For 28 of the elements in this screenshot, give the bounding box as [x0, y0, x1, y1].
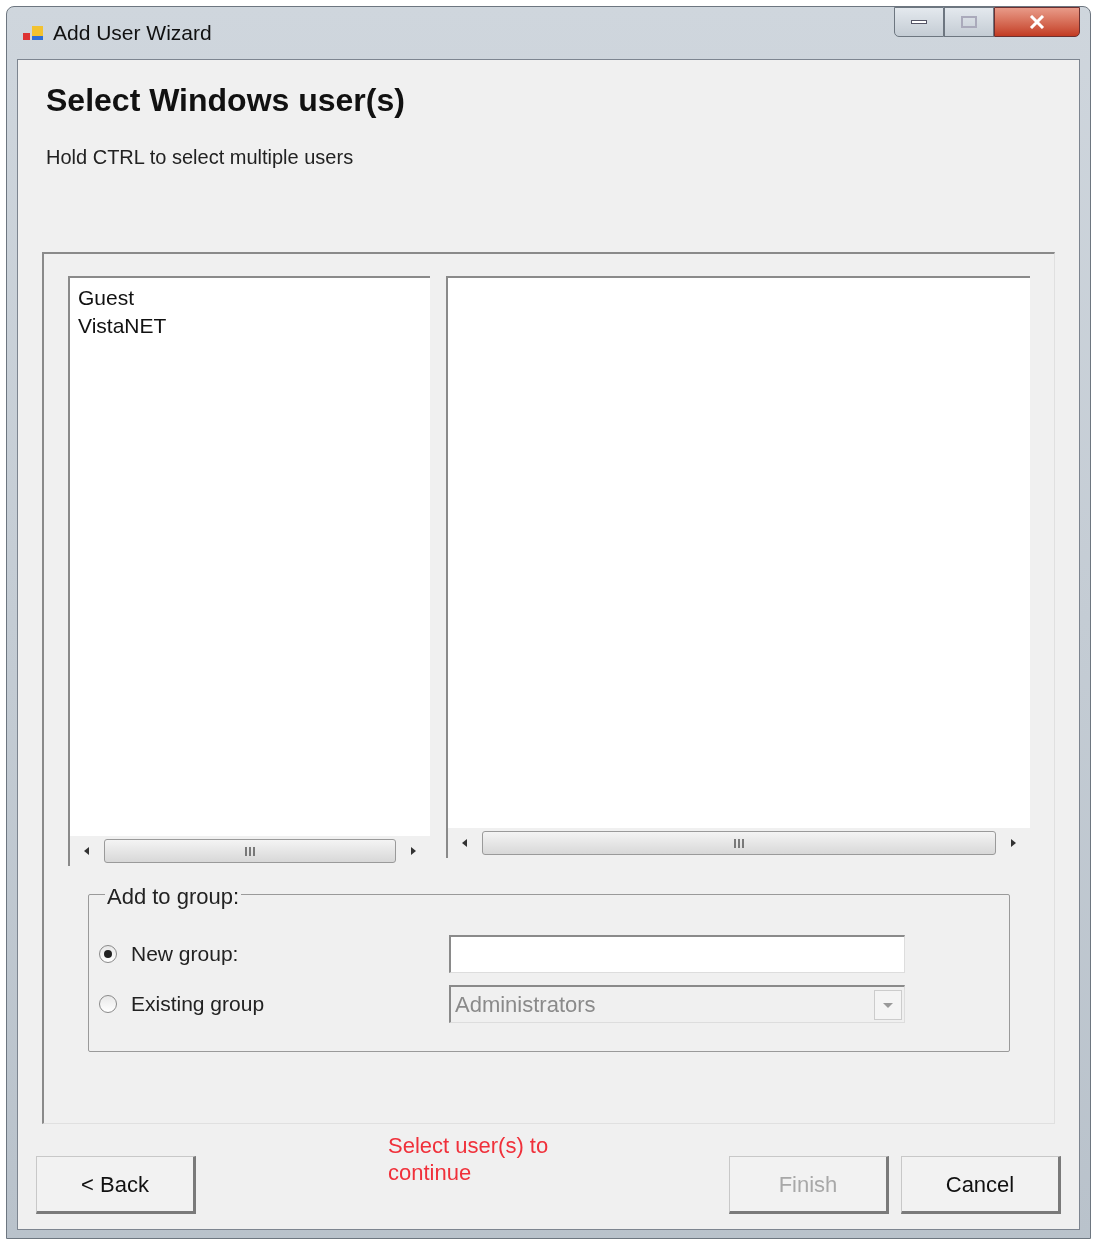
left-arrow-icon[interactable] — [82, 846, 92, 856]
validation-message: Select user(s) to continue — [388, 1132, 550, 1186]
grip-icon — [244, 846, 256, 856]
maximize-button[interactable] — [944, 7, 994, 37]
left-arrow-icon[interactable] — [460, 838, 470, 848]
radio-label[interactable]: New group: — [131, 938, 239, 970]
dialog-button[interactable]: < Back — [36, 1156, 196, 1214]
page-subtitle: Hold CTRL to select multiple users — [46, 145, 355, 170]
horizontal-scrollbar[interactable] — [448, 828, 1030, 858]
dropdown-value: Administrators — [454, 991, 597, 1019]
scrollbar-thumb[interactable] — [104, 839, 396, 863]
list-item[interactable]: VistaNET — [78, 312, 167, 340]
dialog-button[interactable]: Cancel — [901, 1156, 1061, 1214]
page-title: Select Windows user(s) — [46, 81, 406, 120]
right-arrow-icon[interactable] — [1008, 838, 1018, 848]
close-icon[interactable] — [1029, 15, 1045, 29]
app-icon — [23, 24, 45, 42]
right-arrow-icon[interactable] — [408, 846, 418, 856]
minimize-button[interactable] — [894, 7, 944, 37]
scrollbar-thumb[interactable] — [482, 831, 996, 855]
users-list[interactable]: Guest VistaNET — [68, 276, 430, 866]
list-item[interactable]: Guest — [78, 284, 135, 312]
close-button[interactable] — [994, 7, 1080, 37]
horizontal-scrollbar[interactable] — [70, 836, 430, 866]
grip-icon — [733, 838, 745, 848]
window-title: Add User Wizard — [53, 20, 212, 47]
radio-button[interactable] — [99, 945, 117, 963]
group-name-field[interactable] — [449, 935, 905, 973]
